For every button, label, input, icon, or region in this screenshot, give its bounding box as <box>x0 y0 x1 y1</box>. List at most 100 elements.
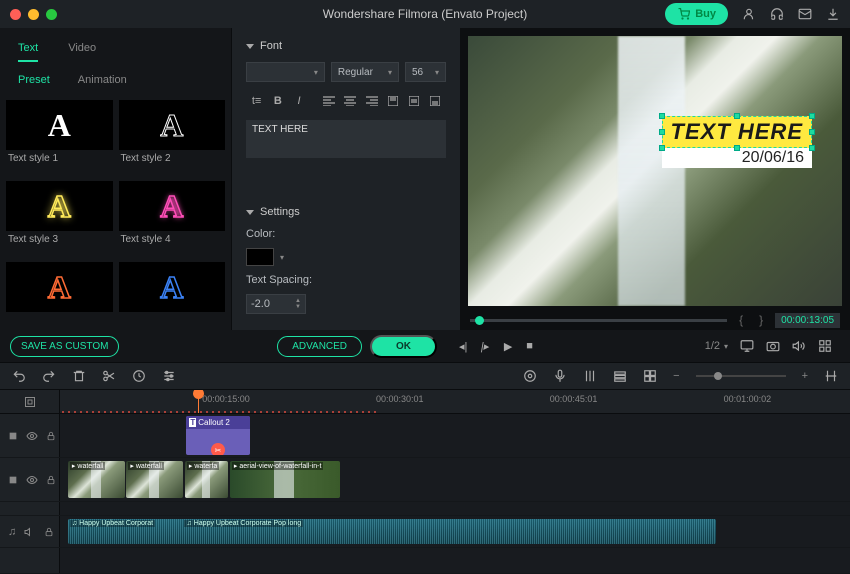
video-clip-3[interactable]: ▸waterfa <box>185 461 228 498</box>
empty-track <box>0 548 850 574</box>
download-icon[interactable] <box>826 7 840 21</box>
track-toggle-icon[interactable] <box>8 473 18 487</box>
spacer-track <box>0 502 850 516</box>
undo-icon[interactable] <box>12 369 26 383</box>
text-track: TCallout 2 ✂ <box>0 414 850 458</box>
voiceover-icon[interactable] <box>553 369 567 383</box>
save-as-custom-button[interactable]: SAVE AS CUSTOM <box>10 336 119 357</box>
subtab-preset[interactable]: Preset <box>18 70 50 90</box>
maximize-window-icon[interactable] <box>46 9 57 20</box>
zoom-out-icon[interactable]: − <box>673 370 679 382</box>
font-family-select[interactable]: ▾ <box>246 62 325 82</box>
preview-scale[interactable]: 1/2▾ <box>705 340 728 352</box>
font-weight-select[interactable]: Regular▾ <box>331 62 399 82</box>
mark-out-icon[interactable]: } <box>755 313 767 327</box>
display-icon[interactable] <box>740 339 754 353</box>
text-style-5[interactable]: A <box>6 262 113 326</box>
text-clip[interactable]: TCallout 2 ✂ <box>186 416 249 455</box>
audio-track: ♫ ♫Happy Upbeat Corporat ♫Happy Upbeat C… <box>0 516 850 548</box>
video-clip-4[interactable]: ▸aerial-view-of-waterfall-in-t <box>230 461 341 498</box>
split-icon[interactable] <box>102 369 116 383</box>
align-left-button[interactable] <box>319 90 340 112</box>
overlay-text[interactable]: TEXT HERE <box>662 116 812 148</box>
tab-video[interactable]: Video <box>68 36 96 62</box>
text-spacing-input[interactable]: -2.0▲▼ <box>246 294 306 314</box>
align-center-button[interactable] <box>340 90 361 112</box>
italic-button[interactable]: I <box>288 90 309 112</box>
close-window-icon[interactable] <box>10 9 21 20</box>
grid-icon[interactable] <box>643 369 657 383</box>
delete-icon[interactable] <box>72 369 86 383</box>
mark-in-icon[interactable]: { <box>735 313 747 327</box>
valign-bottom-button[interactable] <box>425 90 446 112</box>
subtab-animation[interactable]: Animation <box>78 70 127 90</box>
playhead[interactable] <box>198 390 199 413</box>
overlay-date: 20/06/16 <box>662 148 812 168</box>
mixer-icon[interactable] <box>583 369 597 383</box>
text-style-6[interactable]: A <box>119 262 226 326</box>
redo-icon[interactable] <box>42 369 56 383</box>
preview-canvas[interactable]: TEXT HERE 20/06/16 <box>468 36 842 306</box>
timeline-toolbar: − + <box>0 362 850 390</box>
text-style-4[interactable]: AText style 4 <box>119 181 226 256</box>
caret-down-icon <box>246 210 254 215</box>
mail-icon[interactable] <box>798 7 812 21</box>
music-icon[interactable]: ♫ <box>8 525 16 539</box>
settings-icon[interactable] <box>818 339 832 353</box>
visibility-icon[interactable] <box>26 473 38 487</box>
text-style-1[interactable]: AText style 1 <box>6 100 113 175</box>
snapshot-icon[interactable] <box>766 339 780 353</box>
zoom-slider[interactable] <box>696 375 786 377</box>
ok-button[interactable]: OK <box>370 335 437 358</box>
marker-icon[interactable] <box>132 369 146 383</box>
buy-button[interactable]: Buy <box>665 3 728 25</box>
user-icon[interactable] <box>742 7 756 21</box>
line-height-button[interactable]: t≡ <box>246 90 267 112</box>
cut-marker-icon[interactable]: ✂ <box>211 443 225 455</box>
visibility-icon[interactable] <box>26 429 38 443</box>
advanced-button[interactable]: ADVANCED <box>277 336 362 357</box>
color-swatch[interactable] <box>246 248 274 266</box>
minimize-window-icon[interactable] <box>28 9 39 20</box>
track-toggle-icon[interactable] <box>8 429 18 443</box>
text-style-2[interactable]: AText style 2 <box>119 100 226 175</box>
lock-icon[interactable] <box>46 429 56 443</box>
lock-icon[interactable] <box>46 473 56 487</box>
video-clip-1[interactable]: ▸waterfall <box>68 461 125 498</box>
skip-back-button[interactable]: |▸ <box>480 340 491 353</box>
align-right-button[interactable] <box>361 90 382 112</box>
mute-icon[interactable] <box>24 525 36 539</box>
valign-middle-button[interactable] <box>403 90 424 112</box>
valign-top-button[interactable] <box>382 90 403 112</box>
prev-frame-button[interactable]: ◂| <box>459 340 467 353</box>
render-icon[interactable] <box>523 369 537 383</box>
zoom-fit-icon[interactable] <box>824 369 838 383</box>
scrub-slider[interactable] <box>470 319 727 322</box>
adjust-icon[interactable] <box>162 369 176 383</box>
stop-button[interactable]: ■ <box>526 340 533 352</box>
ruler-corner[interactable] <box>0 390 60 413</box>
window-controls <box>10 9 57 20</box>
video-clip-2[interactable]: ▸waterfall <box>126 461 183 498</box>
text-panel: Text Video Preset Animation AText style … <box>0 28 232 330</box>
lock-icon[interactable] <box>44 525 54 539</box>
bold-button[interactable]: B <box>267 90 288 112</box>
play-button[interactable]: ▶ <box>504 340 512 353</box>
app-title: Wondershare Filmora (Envato Project) <box>323 7 528 21</box>
font-size-select[interactable]: 56▾ <box>405 62 446 82</box>
text-content-input[interactable]: TEXT HERE <box>246 120 446 158</box>
headset-icon[interactable] <box>770 7 784 21</box>
settings-section-header[interactable]: Settings <box>246 204 446 220</box>
time-ruler[interactable]: 00:00:15:00 00:00:30:01 00:00:45:01 00:0… <box>60 390 850 413</box>
add-track-icon[interactable] <box>613 369 627 383</box>
cart-icon <box>677 7 691 21</box>
font-section-header[interactable]: Font <box>246 38 446 54</box>
zoom-in-icon[interactable]: + <box>802 370 808 382</box>
text-overlay[interactable]: TEXT HERE 20/06/16 <box>662 116 812 168</box>
audio-clip[interactable]: ♫Happy Upbeat Corporat ♫Happy Upbeat Cor… <box>68 519 716 544</box>
timeline: 00:00:15:00 00:00:30:01 00:00:45:01 00:0… <box>0 390 850 574</box>
text-style-3[interactable]: AText style 3 <box>6 181 113 256</box>
volume-icon[interactable] <box>792 339 806 353</box>
tab-text[interactable]: Text <box>18 36 38 62</box>
spacing-label: Text Spacing: <box>246 274 446 286</box>
